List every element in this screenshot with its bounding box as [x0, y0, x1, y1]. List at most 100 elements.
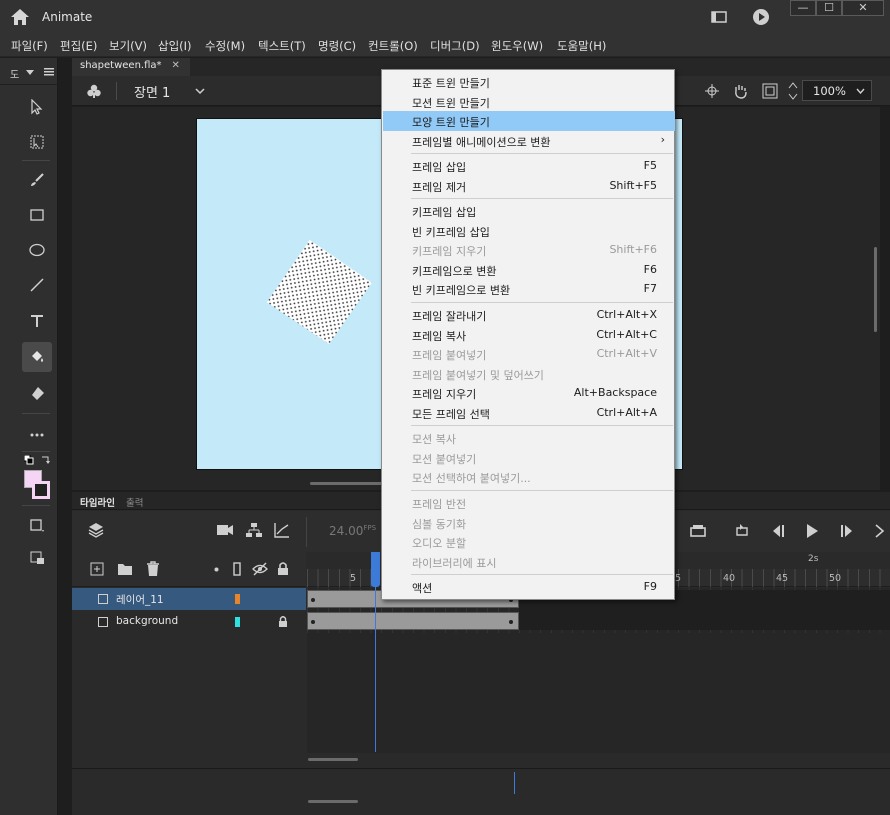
oval-tool[interactable]	[22, 235, 52, 265]
layers-icon[interactable]	[88, 522, 104, 538]
go-to-last-frame-icon[interactable]	[874, 524, 888, 538]
eye-hidden-icon[interactable]	[252, 562, 268, 576]
menu-item-label: 프레임 제거	[412, 180, 467, 194]
menu-item-insert-frame[interactable]: 프레임 삽입 F5	[383, 156, 675, 176]
menu-help[interactable]: 도움말(H)	[557, 38, 606, 54]
new-folder-icon[interactable]	[117, 562, 133, 576]
tab-timeline[interactable]: 타임라인	[80, 495, 115, 509]
camera-icon[interactable]	[217, 523, 233, 537]
lower-scrollbar[interactable]	[308, 800, 358, 803]
scene-icon[interactable]	[86, 83, 102, 99]
outline-toggle-icon[interactable]	[233, 562, 241, 576]
go-to-first-frame-icon[interactable]	[734, 523, 750, 539]
frame-span[interactable]	[307, 612, 519, 630]
snap-toggle[interactable]	[22, 543, 52, 573]
crosshair-icon[interactable]	[704, 83, 720, 99]
menu-item-motion-tween[interactable]: 모션 트윈 만들기	[383, 92, 675, 112]
workspace-layout-icon[interactable]	[711, 9, 727, 25]
menu-item-convert-to-keyframe[interactable]: 키프레임으로 변환 F6	[383, 260, 675, 280]
menu-item-shape-tween[interactable]: 모양 트윈 만들기	[383, 111, 675, 131]
brush-tool[interactable]	[22, 165, 52, 195]
chevron-down-icon[interactable]	[195, 88, 205, 95]
menu-item-insert-keyframe[interactable]: 키프레임 삽입	[383, 201, 675, 221]
dotted-square-shape[interactable]	[263, 237, 375, 349]
rectangle-tool[interactable]	[22, 200, 52, 230]
lock-icon[interactable]	[278, 615, 288, 628]
menu-item-copy-frames[interactable]: 프레임 복사 Ctrl+Alt+C	[383, 325, 675, 345]
close-tab-icon[interactable]: ✕	[172, 60, 180, 71]
menu-text[interactable]: 텍스트(T)	[258, 38, 306, 54]
menu-insert[interactable]: 삽입(I)	[158, 38, 192, 54]
fps-display[interactable]: 24.00FPS	[329, 524, 376, 538]
menu-item-label: 프레임 반전	[412, 498, 467, 511]
menu-item-clear-frames[interactable]: 프레임 지우기 Alt+Backspace	[383, 383, 675, 403]
step-forward-icon[interactable]	[840, 524, 856, 538]
menu-window[interactable]: 윈도우(W)	[491, 38, 543, 54]
clip-stage-icon[interactable]	[762, 83, 778, 99]
menu-item-insert-blank-keyframe[interactable]: 빈 키프레임 삽입	[383, 221, 675, 241]
test-movie-icon[interactable]	[752, 8, 770, 26]
menu-item-classic-tween[interactable]: 표준 트윈 만들기	[383, 72, 675, 92]
line-tool[interactable]	[22, 270, 52, 300]
menu-debug[interactable]: 디버그(D)	[430, 38, 480, 54]
eraser-tool[interactable]	[22, 378, 52, 408]
stage-vertical-scrollbar[interactable]	[874, 247, 877, 332]
menu-edit[interactable]: 편집(E)	[60, 38, 97, 54]
keyframe-dot[interactable]	[311, 620, 315, 624]
layer-color-swatch[interactable]	[235, 594, 240, 604]
layer-color-swatch[interactable]	[235, 617, 240, 627]
text-tool[interactable]	[22, 306, 52, 336]
lock-icon[interactable]	[277, 561, 289, 576]
more-tools-button[interactable]	[22, 420, 52, 450]
trash-icon[interactable]	[146, 561, 160, 577]
close-button[interactable]: ✕	[842, 0, 884, 16]
menu-commands[interactable]: 명령(C)	[318, 38, 356, 54]
selection-tool[interactable]	[22, 92, 52, 122]
loop-icon[interactable]	[690, 524, 706, 538]
swap-colors-icon[interactable]	[40, 455, 50, 465]
layer-row[interactable]: 레이어_11	[72, 588, 306, 610]
menu-control[interactable]: 컨트롤(O)	[368, 38, 418, 54]
play-icon[interactable]	[805, 523, 819, 539]
zoom-stepper-icon[interactable]	[788, 81, 798, 101]
menu-item-remove-frame[interactable]: 프레임 제거 Shift+F5	[383, 176, 675, 196]
layer-name[interactable]: 레이어_11	[116, 592, 164, 607]
subselection-tool[interactable]	[22, 127, 52, 157]
hand-icon[interactable]	[732, 83, 750, 99]
step-back-icon[interactable]	[769, 524, 785, 538]
paint-bucket-tool[interactable]	[22, 342, 52, 372]
fill-color-swatch[interactable]	[32, 481, 50, 499]
menu-view[interactable]: 보기(V)	[109, 38, 147, 54]
keyframe-dot[interactable]	[509, 620, 513, 624]
document-tab[interactable]: shapetween.fla* ✕	[72, 58, 190, 76]
paint-bucket-icon	[32, 351, 43, 362]
zoom-field[interactable]: 100%	[802, 80, 872, 101]
graph-icon[interactable]	[274, 522, 290, 538]
menu-item-shortcut: F9	[643, 580, 657, 593]
menu-separator	[411, 198, 673, 199]
keyframe-dot[interactable]	[311, 598, 315, 602]
playhead[interactable]	[375, 552, 376, 752]
collapse-icon[interactable]	[26, 70, 34, 75]
menu-item-select-all-frames[interactable]: 모든 프레임 선택 Ctrl+Alt+A	[383, 403, 675, 423]
layer-row[interactable]: background	[72, 611, 306, 633]
timeline-scrollbar[interactable]	[308, 758, 358, 761]
layer-name[interactable]: background	[116, 615, 178, 627]
home-icon[interactable]	[10, 8, 30, 26]
menu-file[interactable]: 파일(F)	[11, 38, 48, 54]
menu-modify[interactable]: 수정(M)	[205, 38, 245, 54]
menu-item-actions[interactable]: 액션 F9	[383, 577, 675, 597]
menu-item-convert-to-blank-keyframe[interactable]: 빈 키프레임으로 변환 F7	[383, 279, 675, 299]
tab-output[interactable]: 출력	[126, 495, 143, 509]
highlight-layer-dot-icon[interactable]	[214, 567, 219, 572]
object-drawing-toggle[interactable]	[22, 510, 52, 540]
menu-item-convert-frame-by-frame[interactable]: 프레임별 애니메이션으로 변환 ›	[383, 131, 675, 151]
maximize-button[interactable]: ☐	[816, 0, 842, 16]
default-colors-icon[interactable]	[24, 455, 34, 465]
layer-parenting-icon[interactable]	[246, 522, 262, 538]
menu-item-cut-frames[interactable]: 프레임 잘라내기 Ctrl+Alt+X	[383, 305, 675, 325]
frames-area[interactable]	[307, 588, 890, 753]
new-layer-icon[interactable]	[90, 562, 104, 576]
panel-menu-icon[interactable]	[44, 68, 54, 76]
minimize-button[interactable]: —	[790, 0, 816, 16]
